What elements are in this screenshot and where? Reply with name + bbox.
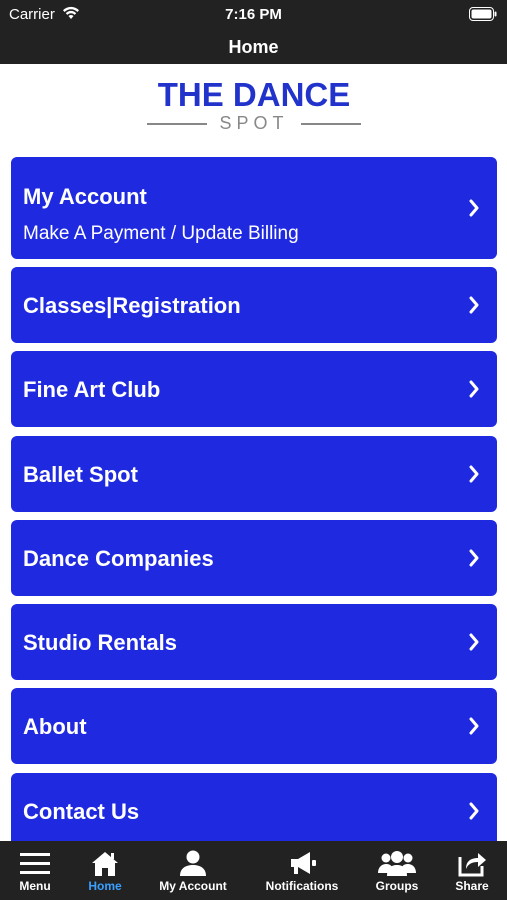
share-icon bbox=[458, 853, 486, 877]
menu-item-fine-art-club[interactable]: Fine Art Club bbox=[11, 351, 497, 427]
tab-label: Menu bbox=[19, 879, 51, 893]
menu-item-dance-companies[interactable]: Dance Companies bbox=[11, 520, 497, 596]
tab-notifications[interactable]: Notifications bbox=[252, 841, 352, 900]
chevron-right-icon bbox=[469, 465, 479, 483]
menu-item-label: Classes|Registration bbox=[23, 293, 241, 318]
chevron-right-icon bbox=[469, 199, 479, 217]
clock: 7:16 PM bbox=[225, 6, 282, 23]
tab-label: Home bbox=[88, 879, 122, 893]
chevron-right-icon bbox=[469, 296, 479, 314]
logo-subline: SPOT bbox=[145, 114, 363, 132]
status-bar: Carrier 7:16 PM bbox=[0, 0, 507, 30]
home-icon bbox=[92, 852, 118, 876]
navigation-bar: Home bbox=[0, 30, 507, 64]
menu-item-contact-us[interactable]: Contact Us bbox=[11, 773, 497, 841]
menu-item-ballet-spot[interactable]: Ballet Spot bbox=[11, 436, 497, 512]
menu-item-label: Ballet Spot bbox=[23, 462, 138, 487]
page-title: Home bbox=[228, 37, 279, 57]
tab-home[interactable]: Home bbox=[70, 841, 140, 900]
home-content[interactable]: THE DANCE SPOT My Account Make A Payment… bbox=[0, 64, 507, 841]
tab-share[interactable]: Share bbox=[437, 841, 507, 900]
menu-item-label: Dance Companies bbox=[23, 546, 214, 571]
chevron-right-icon bbox=[469, 717, 479, 735]
tab-label: Groups bbox=[375, 879, 419, 893]
menu-item-label: Contact Us bbox=[23, 799, 140, 824]
menu-item-label: My Account bbox=[23, 184, 147, 209]
tab-label: Share bbox=[455, 879, 489, 893]
group-icon bbox=[378, 851, 416, 876]
chevron-right-icon bbox=[469, 633, 479, 651]
tab-label: Notifications bbox=[265, 879, 339, 893]
logo-wordmark: THE DANCE bbox=[157, 76, 351, 113]
menu-item-label: Studio Rentals bbox=[23, 630, 178, 655]
chevron-right-icon bbox=[469, 380, 479, 398]
menu-item-studio-rentals[interactable]: Studio Rentals bbox=[11, 604, 497, 680]
logo-subtitle: SPOT bbox=[219, 113, 289, 133]
battery-icon bbox=[469, 7, 497, 21]
chevron-right-icon bbox=[469, 549, 479, 567]
chevron-right-icon bbox=[469, 802, 479, 820]
hamburger-icon bbox=[20, 853, 50, 874]
menu-item-label: About bbox=[23, 714, 87, 739]
tab-groups[interactable]: Groups bbox=[362, 841, 432, 900]
menu-item-classes-registration[interactable]: Classes|Registration bbox=[11, 267, 497, 343]
menu-item-label: Fine Art Club bbox=[23, 377, 161, 402]
tab-my-account[interactable]: My Account bbox=[148, 841, 238, 900]
tab-label: My Account bbox=[159, 879, 227, 893]
menu-item-sublabel: Make A Payment / Update Billing bbox=[23, 223, 299, 244]
person-icon bbox=[180, 850, 206, 876]
menu-item-my-account[interactable]: My Account Make A Payment / Update Billi… bbox=[11, 157, 497, 259]
megaphone-icon bbox=[291, 852, 316, 874]
dance-spot-logo: THE DANCE SPOT bbox=[145, 78, 363, 132]
tab-menu[interactable]: Menu bbox=[0, 841, 70, 900]
bottom-tab-bar: Menu Home My Account Notifications Group… bbox=[0, 841, 507, 900]
menu-item-about[interactable]: About bbox=[11, 688, 497, 764]
